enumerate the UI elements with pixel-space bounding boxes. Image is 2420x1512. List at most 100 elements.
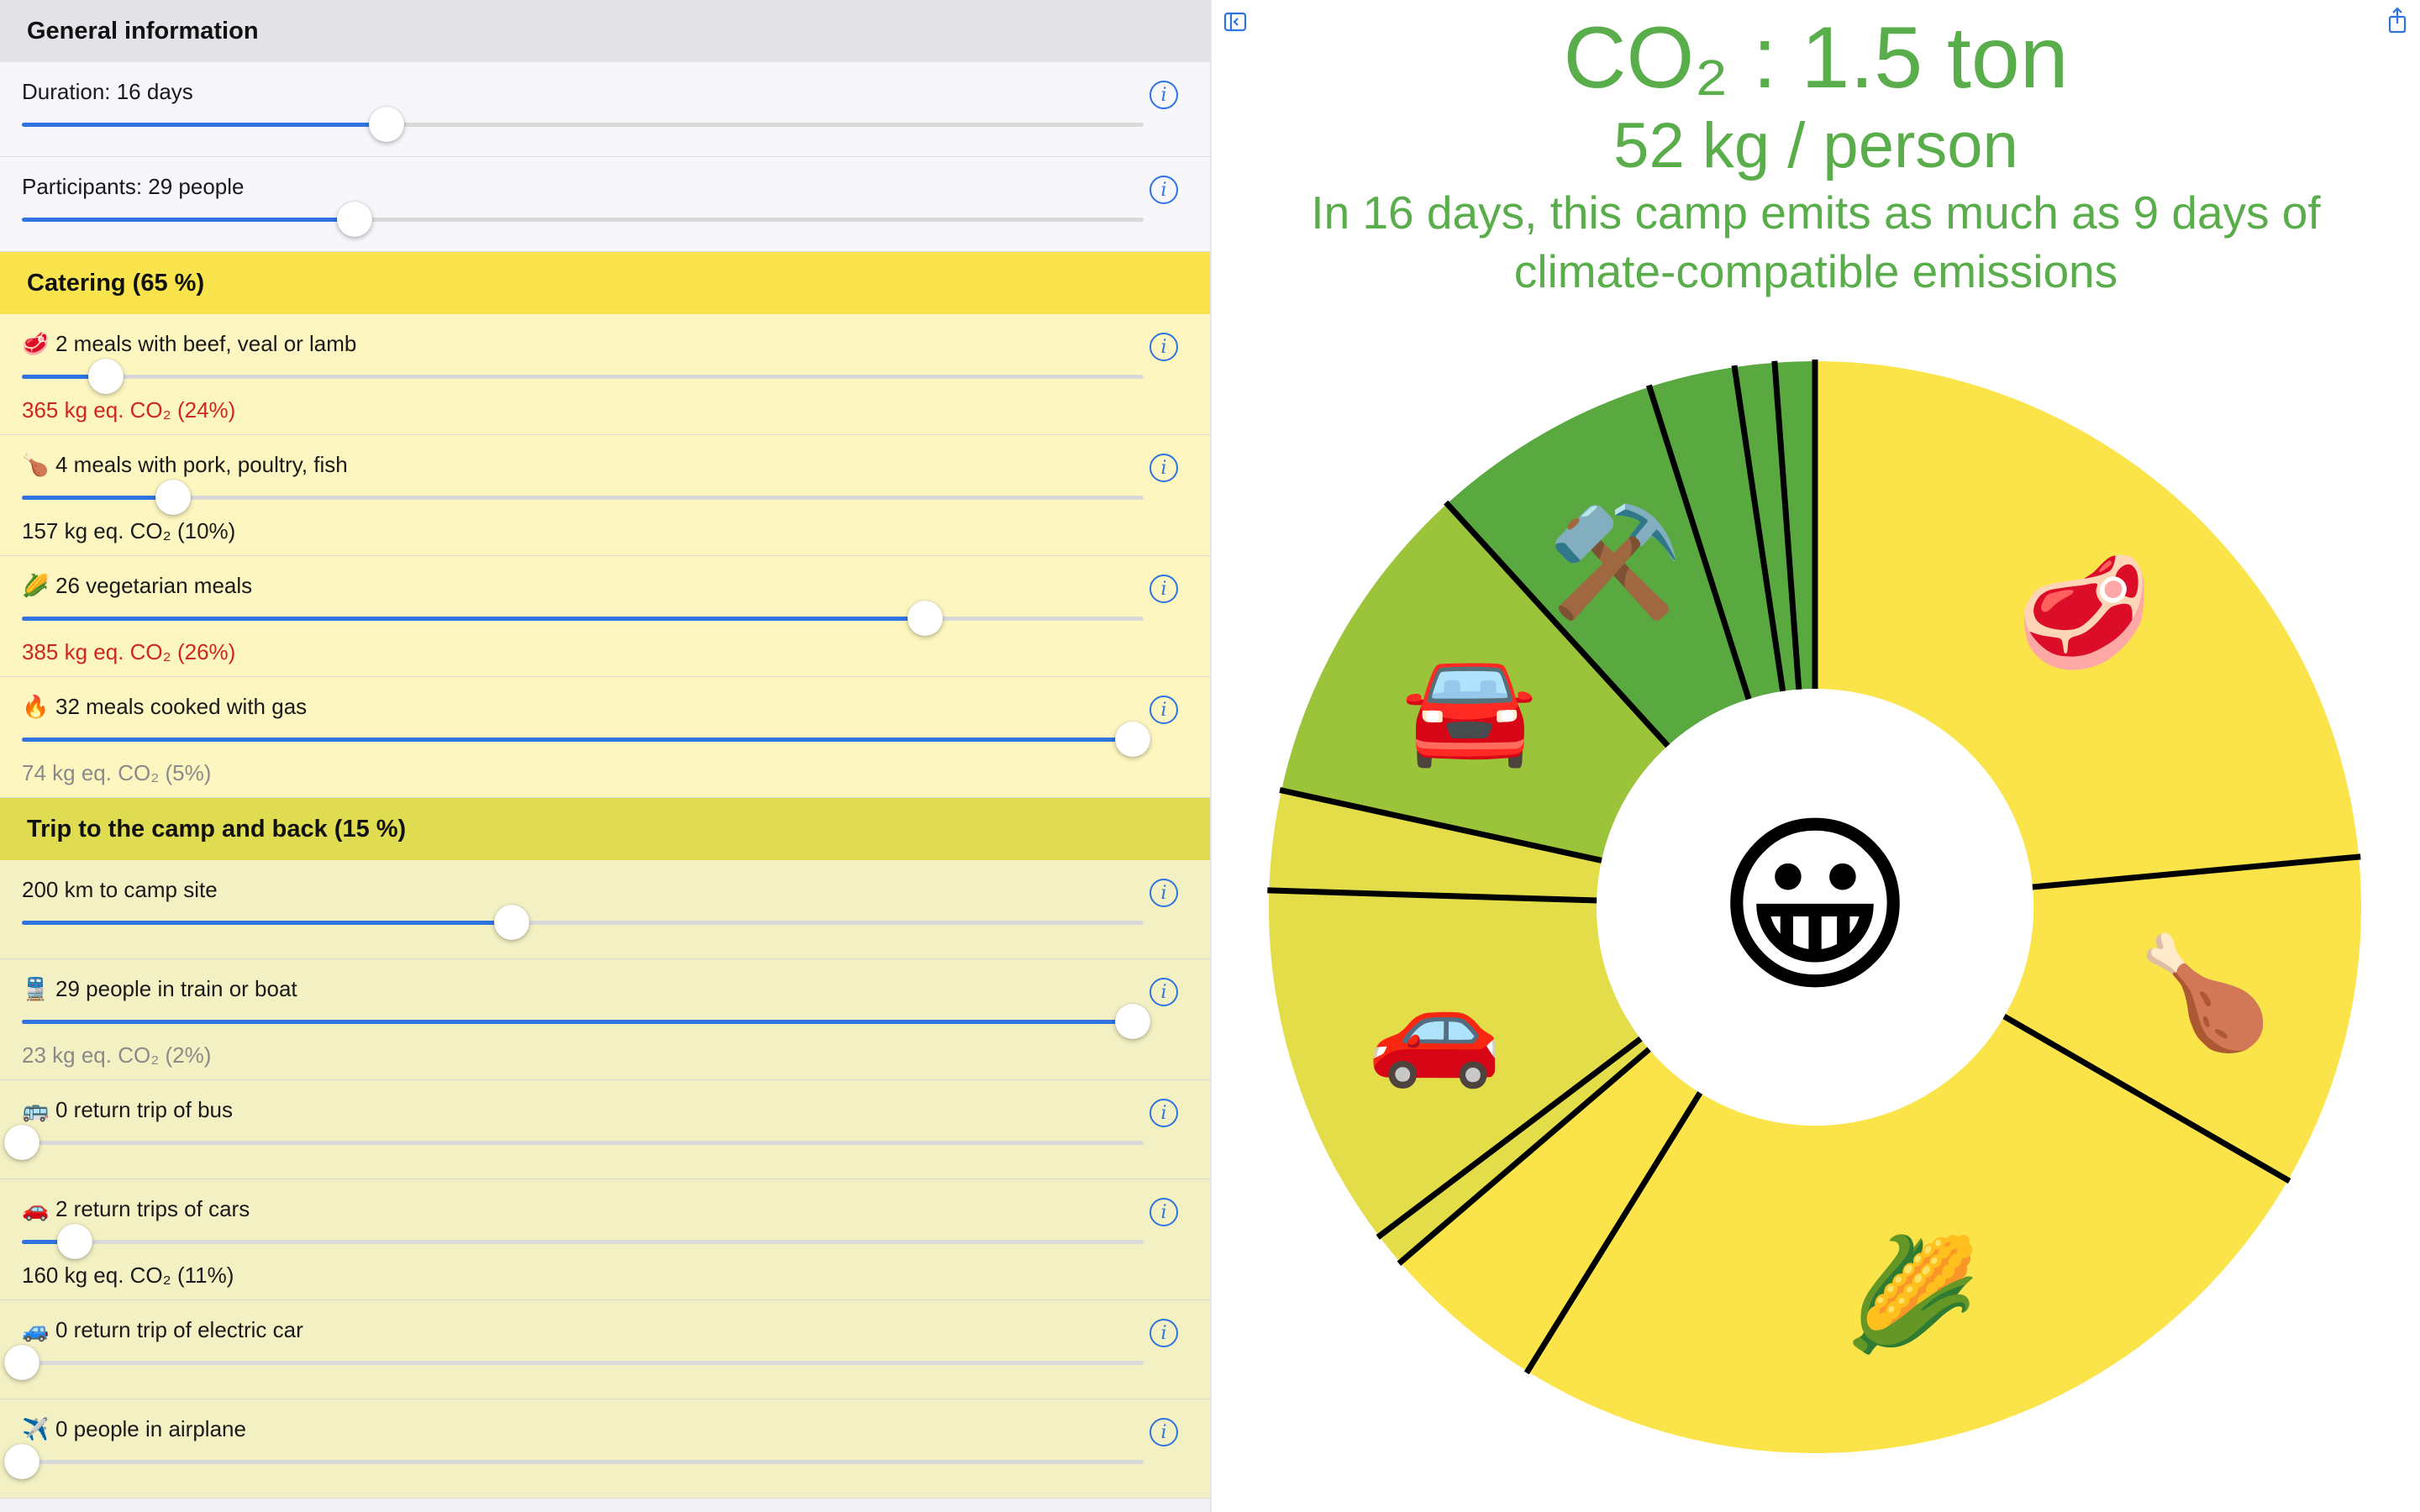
setting-label-wrap: ✈️ 0 people in airplane <box>22 1416 246 1442</box>
slider-thumb[interactable] <box>56 1224 92 1259</box>
slider-fill <box>22 218 355 222</box>
setting-row: 200 km to camp site i <box>0 860 1210 959</box>
setting-row: Duration: 16 days i <box>0 62 1210 157</box>
setting-emoji-icon: 🌽 <box>22 573 50 599</box>
setting-label: 4 meals with pork, poultry, fish <box>55 452 348 477</box>
slider-fill <box>22 738 1133 742</box>
slider-track[interactable] <box>22 107 1144 142</box>
info-icon[interactable]: i <box>1150 454 1178 482</box>
setting-label: 0 return trip of bus <box>55 1097 233 1122</box>
setting-emoji-icon: 🥩 <box>22 331 50 357</box>
setting-row: 🥩 2 meals with beef, veal or lamb i 365 kg … <box>0 314 1210 435</box>
center-smiley-icon: 😀 <box>1714 795 1916 1020</box>
setting-label: Duration: 16 days <box>22 79 193 104</box>
setting-row: 🌽 26 vegetarian meals i 385 kg eq. CO₂ (26%… <box>0 556 1210 677</box>
info-icon[interactable]: i <box>1150 333 1178 361</box>
slice-emoji-icon: ⚒️ <box>1548 498 1684 626</box>
emission-result: 385 kg eq. CO₂ (26%) <box>22 639 236 664</box>
info-icon[interactable]: i <box>1150 575 1178 603</box>
slider-track[interactable] <box>22 359 1144 394</box>
setting-label-wrap: 🌽 26 vegetarian meals <box>22 573 252 599</box>
slider-fill <box>22 921 513 925</box>
slider-thumb[interactable] <box>337 202 373 237</box>
setting-label: 0 return trip of electric car <box>55 1317 303 1342</box>
setting-row: 🚙 0 return trip of electric car i <box>0 1300 1210 1399</box>
setting-label: 26 vegetarian meals <box>55 573 253 598</box>
info-icon[interactable]: i <box>1150 176 1178 204</box>
slider-fill <box>22 617 925 621</box>
slider-track[interactable] <box>4 1125 1144 1160</box>
info-icon[interactable]: i <box>1150 1198 1178 1226</box>
setting-emoji-icon: ✈️ <box>22 1416 50 1442</box>
setting-label: 29 people in train or boat <box>55 976 297 1001</box>
emission-result: 74 kg eq. CO₂ (5%) <box>22 760 212 785</box>
setting-row: Participants: 29 people i <box>0 157 1210 252</box>
slider-thumb[interactable] <box>4 1125 39 1160</box>
slider-track[interactable] <box>22 1004 1150 1039</box>
setting-row: 🚗 2 return trips of cars i 160 kg eq. CO₂ (… <box>0 1179 1210 1300</box>
setting-label: 2 meals with beef, veal or lamb <box>55 331 357 356</box>
slider-track[interactable] <box>22 722 1150 757</box>
slider-track[interactable] <box>22 202 1144 237</box>
info-icon[interactable]: i <box>1150 1319 1178 1347</box>
section-header-trip: Trip to the camp and back (15 %) <box>0 798 1210 860</box>
setting-label: 32 meals cooked with gas <box>55 694 308 719</box>
info-icon[interactable]: i <box>1150 1099 1178 1127</box>
slider-thumb[interactable] <box>907 601 943 636</box>
setting-emoji-icon: 🚙 <box>22 1317 50 1343</box>
slider-track[interactable] <box>4 1345 1144 1380</box>
emission-result: 160 kg eq. CO₂ (11%) <box>22 1263 234 1288</box>
setting-label-wrap: 🥩 2 meals with beef, veal or lamb <box>22 331 356 357</box>
slider-fill <box>22 1020 1133 1024</box>
slice-emoji-icon: 🌽 <box>1844 1230 1981 1358</box>
slider-thumb[interactable] <box>4 1345 39 1380</box>
slider-track[interactable] <box>22 601 1144 636</box>
setting-label-wrap: 🔥 32 meals cooked with gas <box>22 694 307 720</box>
slider-fill <box>22 123 387 127</box>
slider-track[interactable] <box>22 480 1144 515</box>
slider-thumb[interactable] <box>1114 722 1150 757</box>
slider-thumb[interactable] <box>494 905 530 940</box>
section-header-general: General information <box>0 0 1210 62</box>
info-icon[interactable]: i <box>1150 1418 1178 1446</box>
setting-label-wrap: 🚙 0 return trip of electric car <box>22 1317 303 1343</box>
slider-track[interactable] <box>4 1444 1144 1479</box>
slice-emoji-icon: 🚘 <box>1402 644 1538 772</box>
info-icon[interactable]: i <box>1150 81 1178 109</box>
setting-label-wrap: 🚆 29 people in train or boat <box>22 976 297 1002</box>
settings-panel: General information Duration: 16 days i Par… <box>0 0 1210 1512</box>
setting-row: 🍗 4 meals with pork, poultry, fish i 157 kg… <box>0 435 1210 556</box>
setting-emoji-icon: 🍗 <box>22 452 50 478</box>
setting-label-wrap: 200 km to camp site <box>22 877 218 903</box>
setting-row: 🚆 29 people in train or boat i 23 kg eq. CO… <box>0 959 1210 1080</box>
slider-fill <box>22 496 174 500</box>
emission-result: 365 kg eq. CO₂ (24%) <box>22 397 236 423</box>
setting-label-wrap: Participants: 29 people <box>22 174 245 200</box>
info-icon[interactable]: i <box>1150 978 1178 1006</box>
slice-emoji-icon: 🚗 <box>1366 964 1502 1092</box>
results-panel: CO₂ : 1.5 ton 52 kg / person In 16 days,… <box>1212 0 2420 1512</box>
setting-emoji-icon: 🚌 <box>22 1097 50 1123</box>
slider-thumb[interactable] <box>368 107 404 142</box>
setting-row: 🔥 32 meals cooked with gas i 74 kg eq. CO₂ … <box>0 677 1210 798</box>
setting-emoji-icon: 🔥 <box>22 694 50 720</box>
slider-thumb[interactable] <box>4 1444 39 1479</box>
setting-label: Participants: 29 people <box>22 174 245 199</box>
slice-emoji-icon: 🥩 <box>2016 549 2152 678</box>
slider-thumb[interactable] <box>88 359 124 394</box>
slider-track[interactable] <box>22 1224 1144 1259</box>
setting-label-wrap: 🍗 4 meals with pork, poultry, fish <box>22 452 348 478</box>
info-icon[interactable]: i <box>1150 696 1178 724</box>
info-icon[interactable]: i <box>1150 879 1178 907</box>
setting-emoji-icon: 🚗 <box>22 1196 50 1222</box>
setting-emoji-icon: 🚆 <box>22 976 50 1002</box>
section-header-catering: Catering (65 %) <box>0 252 1210 314</box>
setting-label: 0 people in airplane <box>55 1416 246 1441</box>
slider-thumb[interactable] <box>1114 1004 1150 1039</box>
slider-track[interactable] <box>22 905 1144 940</box>
setting-label-wrap: 🚗 2 return trips of cars <box>22 1196 250 1222</box>
emission-result: 157 kg eq. CO₂ (10%) <box>22 518 236 543</box>
setting-label: 2 return trips of cars <box>55 1196 250 1221</box>
slider-thumb[interactable] <box>155 480 192 515</box>
slice-emoji-icon: 🍗 <box>2137 929 2273 1057</box>
